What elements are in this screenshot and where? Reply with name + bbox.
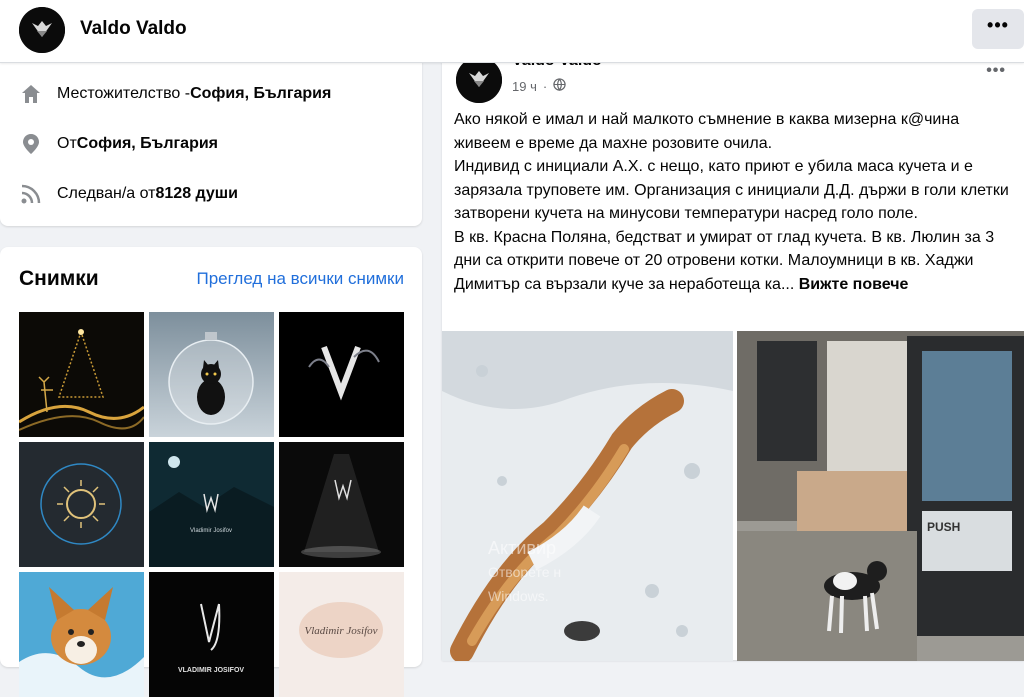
watermark-line-3: Windows. <box>488 588 549 604</box>
intro-from-value[interactable]: София, България <box>77 135 218 153</box>
intro-from-prefix: От <box>57 135 77 152</box>
post-paragraph-3-text: В кв. Красна Поляна, бедстват и умират о… <box>454 228 995 293</box>
photo-tile-v-monogram[interactable] <box>279 312 404 437</box>
post-paragraph-1: Ако някой е имал и най малкото съмнение … <box>454 111 960 152</box>
profile-more-button[interactable]: ••• <box>972 9 1024 49</box>
intro-residence-prefix: Местожителство - <box>57 85 191 102</box>
post-text: Ако някой е имал и най малкото съмнение … <box>454 108 1014 296</box>
push-label: PUSH <box>927 520 960 534</box>
photo-tile-poezia-logo[interactable] <box>19 442 144 567</box>
post-paragraph-3: В кв. Красна Поляна, бедстват и умират о… <box>454 226 1014 297</box>
svg-text:VLADIMIR JOSIFOV: VLADIMIR JOSIFOV <box>178 667 244 674</box>
post-more-button[interactable]: ••• <box>986 62 1006 80</box>
profile-name[interactable]: Valdo Valdo <box>80 18 187 40</box>
svg-text:Vladimir Josifov: Vladimir Josifov <box>304 625 377 637</box>
intro-followers-prefix: Следван/а от <box>57 185 156 202</box>
photo-tile-corgi[interactable] <box>19 572 144 697</box>
watermark-line-2: Отворете н <box>488 564 562 580</box>
photo-tile-night-landscape[interactable]: Vladimir Josifov <box>149 442 274 567</box>
location-pin-icon <box>19 132 43 156</box>
rss-followers-icon <box>19 182 43 206</box>
profile-avatar[interactable] <box>19 7 65 53</box>
post-meta: 19 ч · <box>512 78 566 94</box>
photo-tile-spotlight-logo[interactable] <box>279 442 404 567</box>
see-more-link[interactable]: Вижте повече <box>799 276 909 293</box>
intro-residence-value[interactable]: София, България <box>190 85 331 103</box>
post-image-1[interactable] <box>442 331 733 661</box>
intro-residence: Местожителство - София, България <box>19 82 331 106</box>
profile-header-bar: Valdo Valdo ••• <box>0 0 1024 63</box>
intro-followers-value[interactable]: 8128 души <box>156 185 238 203</box>
post-image-2[interactable]: PUSH <box>737 331 1024 661</box>
photo-tile-vj-black[interactable]: VLADIMIR JOSIFOV <box>149 572 274 697</box>
intro-card: Местожителство - София, България От Софи… <box>0 40 422 226</box>
more-dots-icon: ••• <box>987 15 1009 35</box>
see-all-photos-link[interactable]: Преглед на всички снимки <box>196 269 404 289</box>
photo-tile-christmas-tree[interactable] <box>19 312 144 437</box>
photos-title: Снимки <box>19 267 99 290</box>
photos-card: Снимки Преглед на всички снимки Vladimir… <box>0 247 422 697</box>
post-author-avatar[interactable] <box>456 57 502 103</box>
photo-tile-cat-ornament[interactable] <box>149 312 274 437</box>
globe-icon <box>553 78 566 94</box>
intro-followers: Следван/а от 8128 души <box>19 182 238 206</box>
windows-activation-watermark: Активир Отворете н Windows. <box>488 536 561 608</box>
svg-text:Vladimir Josifov: Vladimir Josifov <box>190 528 232 534</box>
home-icon <box>19 82 43 106</box>
watermark-line-1: Активир <box>488 538 557 558</box>
intro-from: От София, България <box>19 132 218 156</box>
post-timestamp[interactable]: 19 ч <box>512 79 537 94</box>
photo-tile-signature[interactable]: Vladimir Josifov <box>279 572 404 697</box>
post-paragraph-2: Индивид с инициали А.Х. с нещо, като при… <box>454 158 1009 222</box>
